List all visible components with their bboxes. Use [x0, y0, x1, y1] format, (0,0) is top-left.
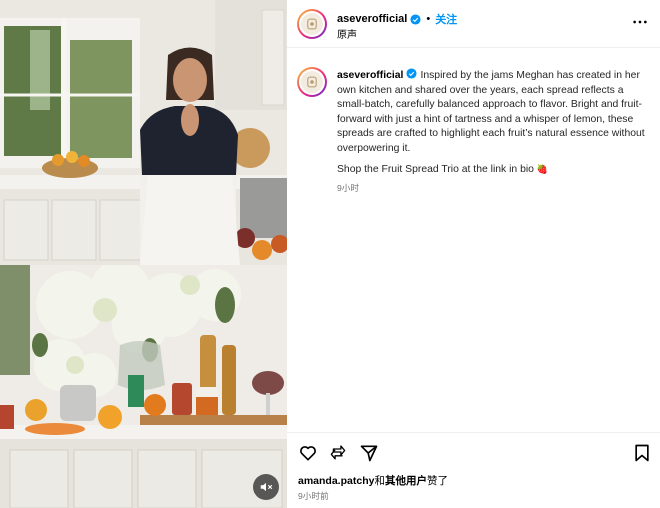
verified-badge-icon	[406, 68, 417, 79]
action-bar	[287, 432, 660, 472]
more-options-icon[interactable]	[632, 14, 648, 30]
others-link[interactable]: 其他用户	[385, 475, 427, 487]
header-username[interactable]: aseverofficial	[337, 13, 407, 25]
logo-icon	[307, 18, 317, 30]
liked-suffix: 赞了	[426, 475, 448, 487]
post-panel: aseverofficial • 关注 原声 aseverofficial In…	[287, 0, 660, 508]
mute-button[interactable]	[253, 474, 279, 500]
logo-icon	[307, 76, 317, 88]
post-timestamp[interactable]: 9小时前	[298, 490, 329, 502]
verified-badge-icon	[410, 13, 421, 25]
share-icon[interactable]	[359, 443, 379, 463]
brand-logo	[301, 13, 323, 35]
caption-text-block: aseverofficial Inspired by the jams Megha…	[337, 68, 651, 157]
post-media[interactable]	[0, 0, 287, 508]
fruit-spread-photo	[0, 265, 287, 508]
separator-dot: •	[426, 13, 431, 25]
strawberry-emoji: 🍓	[536, 164, 549, 174]
muted-speaker-icon	[260, 482, 273, 492]
bookmark-icon[interactable]	[632, 443, 652, 463]
likes-summary: amanda.patchy和其他用户赞了	[298, 473, 448, 488]
follow-button[interactable]: 关注	[435, 11, 457, 27]
brand-logo	[301, 71, 323, 93]
comment-icon[interactable]	[329, 443, 349, 463]
caption-text: Inspired by the jams Meghan has created …	[337, 70, 645, 154]
liker-username[interactable]: amanda.patchy	[298, 475, 374, 487]
shop-text: Shop the Fruit Spread Trio at the link i…	[337, 164, 534, 175]
post-header: aseverofficial • 关注 原声	[287, 0, 660, 48]
shop-line: Shop the Fruit Spread Trio at the link i…	[337, 164, 548, 175]
caption-username[interactable]: aseverofficial	[337, 70, 403, 81]
avatar[interactable]	[297, 9, 327, 39]
caption-timestamp[interactable]: 9小时	[337, 182, 359, 194]
heart-icon[interactable]	[298, 443, 318, 463]
kitchen-photo	[0, 0, 287, 265]
original-audio-link[interactable]: 原声	[337, 26, 357, 41]
caption-avatar[interactable]	[297, 67, 327, 97]
liker-joiner: 和	[374, 475, 385, 487]
